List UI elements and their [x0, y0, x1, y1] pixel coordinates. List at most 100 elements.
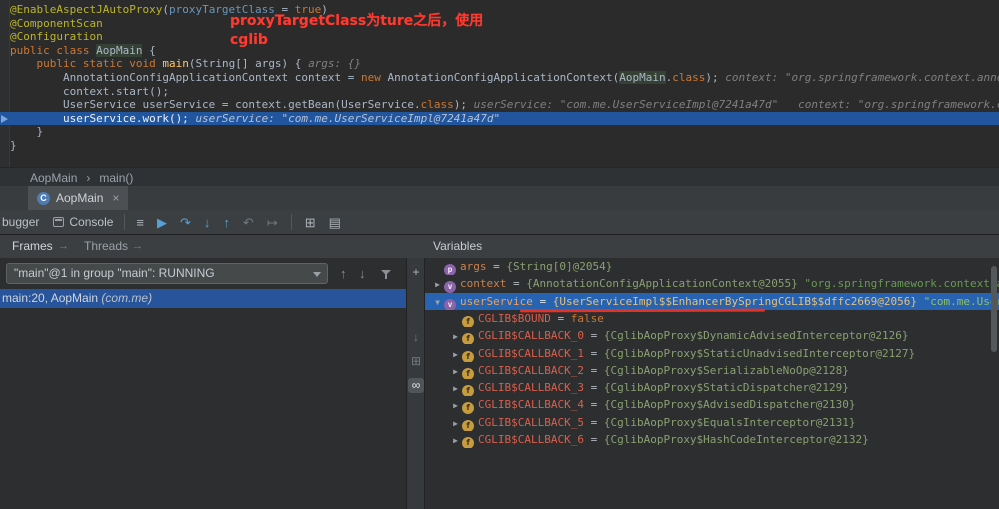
- variable-value: {CglibAopProxy$SerializableNoOp@2128}: [604, 364, 849, 377]
- variable-row[interactable]: ▼vuserService = {UserServiceImpl$$Enhanc…: [425, 293, 999, 310]
- expander-icon[interactable]: ▶: [431, 276, 444, 292]
- variable-value: {String[0]@2054}: [506, 260, 612, 273]
- expander-icon[interactable]: ▶: [449, 346, 462, 362]
- code-segment: new: [361, 71, 388, 84]
- variable-row[interactable]: ▶fCGLIB$CALLBACK_4 = {CglibAopProxy$Advi…: [425, 396, 999, 413]
- breadcrumb-item-class[interactable]: AopMain: [30, 171, 77, 185]
- variable-type-icon: f: [462, 316, 474, 327]
- tab-aopmain[interactable]: C AopMain ×: [28, 186, 128, 210]
- variable-name: CGLIB$CALLBACK_1: [478, 347, 584, 360]
- variable-name: CGLIB$CALLBACK_5: [478, 416, 584, 429]
- variable-type-icon: v: [444, 281, 456, 292]
- variable-row[interactable]: ▶fCGLIB$CALLBACK_5 = {CglibAopProxy$Equa…: [425, 414, 999, 431]
- code-line[interactable]: }: [10, 125, 999, 139]
- tab-console[interactable]: Console: [53, 215, 113, 229]
- step-out-icon[interactable]: ↑: [223, 216, 230, 229]
- restore-layout-icon[interactable]: ⊞: [305, 216, 316, 229]
- step-over-icon[interactable]: ↷: [180, 216, 191, 229]
- expander-icon[interactable]: ▶: [449, 363, 462, 379]
- variables-panel: pargs = {String[0]@2054}▶vcontext = {Ann…: [425, 258, 999, 509]
- code-line[interactable]: @EnableAspectJAutoProxy(proxyTargetClass…: [10, 3, 999, 17]
- tab-debugger[interactable]: bugger: [2, 215, 39, 229]
- code-segment: userService: "com.me.UserServiceImpl@724…: [474, 98, 999, 111]
- code-segment: }: [10, 139, 17, 152]
- code-segment: context.start();: [10, 85, 169, 98]
- execution-pointer-icon: [1, 115, 8, 123]
- variable-row[interactable]: ▶fCGLIB$CALLBACK_2 = {CglibAopProxy$Seri…: [425, 362, 999, 379]
- move-down-icon[interactable]: ↓: [407, 330, 425, 345]
- class-icon: C: [37, 192, 50, 205]
- toolbar-separator: [291, 214, 292, 230]
- filter-frames-icon[interactable]: [381, 270, 391, 280]
- variable-type-icon: p: [444, 264, 456, 275]
- frames-tab-arrow-icon: →: [58, 235, 69, 258]
- menu-icon[interactable]: ≡: [136, 216, 144, 229]
- breadcrumb-item-method[interactable]: main(): [99, 171, 133, 185]
- code-editor[interactable]: @EnableAspectJAutoProxy(proxyTargetClass…: [0, 0, 999, 167]
- editor-gutter[interactable]: [0, 0, 10, 167]
- show-watches-icon[interactable]: ∞: [408, 378, 424, 393]
- expander-icon[interactable]: ▶: [449, 415, 462, 431]
- red-annotation: proxyTargetClass为ture之后，使用 cglib: [230, 12, 483, 50]
- thread-selector-dropdown[interactable]: "main"@1 in group "main": RUNNING: [6, 263, 328, 284]
- frame-row[interactable]: main:20, AopMain (com.me): [0, 289, 406, 308]
- code-segment: context: "org.springframework.context.an…: [725, 71, 999, 84]
- code-line[interactable]: public static void main(String[] args) {…: [10, 57, 999, 71]
- run-to-cursor-icon[interactable]: ↦: [267, 216, 278, 229]
- code-line[interactable]: }: [10, 139, 999, 153]
- code-segment: );: [705, 71, 725, 84]
- code-segment: @EnableAspectJAutoProxy: [10, 3, 162, 16]
- equals-sign: =: [533, 295, 553, 308]
- code-segment: userService: "com.me.UserServiceImpl@724…: [195, 112, 500, 125]
- code-segment: public class: [10, 44, 96, 57]
- step-into-icon[interactable]: ↓: [204, 216, 211, 229]
- equals-sign: =: [487, 260, 507, 273]
- expander-icon[interactable]: ▶: [449, 432, 462, 448]
- code-segment: [10, 57, 37, 70]
- tab-frames[interactable]: Frames: [12, 235, 53, 258]
- variable-row[interactable]: pargs = {String[0]@2054}: [425, 258, 999, 275]
- code-lines: @EnableAspectJAutoProxy(proxyTargetClass…: [10, 3, 999, 153]
- variable-name: CGLIB$CALLBACK_0: [478, 329, 584, 342]
- next-frame-icon[interactable]: ↓: [359, 263, 366, 284]
- expander-icon[interactable]: ▼: [431, 294, 444, 310]
- variable-type-icon: f: [462, 402, 474, 413]
- toolbar-divider: [124, 214, 125, 230]
- variable-name: CGLIB$CALLBACK_6: [478, 433, 584, 446]
- expander-icon[interactable]: ▶: [449, 397, 462, 413]
- code-line[interactable]: public class AopMain {: [10, 44, 999, 58]
- code-line[interactable]: @ComponentScan: [10, 17, 999, 31]
- frame-package: (com.me): [101, 291, 152, 305]
- show-execution-point-icon[interactable]: ▶: [157, 216, 167, 229]
- code-line[interactable]: context.start();: [10, 85, 999, 99]
- variable-name: args: [460, 260, 487, 273]
- layout-settings-icon[interactable]: ▤: [329, 216, 341, 229]
- breadcrumb-separator: ›: [86, 171, 90, 185]
- code-line[interactable]: @Configuration: [10, 30, 999, 44]
- variable-row[interactable]: fCGLIB$BOUND = false: [425, 310, 999, 327]
- variable-row[interactable]: ▶fCGLIB$CALLBACK_6 = {CglibAopProxy$Hash…: [425, 431, 999, 448]
- variable-row[interactable]: ▶fCGLIB$CALLBACK_0 = {CglibAopProxy$Dyna…: [425, 327, 999, 344]
- expander-icon[interactable]: ▶: [449, 380, 462, 396]
- tab-threads[interactable]: Threads: [84, 235, 128, 258]
- code-line[interactable]: AnnotationConfigApplicationContext conte…: [10, 71, 999, 85]
- execution-line[interactable]: userService.work(); userService: "com.me…: [0, 112, 999, 126]
- code-segment: (String[] args) {: [189, 57, 308, 70]
- variable-type-icon: f: [462, 333, 474, 344]
- variable-value: {CglibAopProxy$StaticUnadvisedIntercepto…: [604, 347, 915, 360]
- equals-sign: =: [551, 312, 571, 325]
- expander-icon[interactable]: ▶: [449, 328, 462, 344]
- add-watch-icon[interactable]: +: [407, 265, 425, 280]
- variable-type-icon: v: [444, 299, 456, 310]
- chevron-down-icon: [313, 272, 321, 277]
- previous-frame-icon[interactable]: ↑: [340, 263, 347, 284]
- variable-name: CGLIB$CALLBACK_4: [478, 398, 584, 411]
- variable-row[interactable]: ▶fCGLIB$CALLBACK_1 = {CglibAopProxy$Stat…: [425, 345, 999, 362]
- close-tab-icon[interactable]: ×: [112, 191, 119, 205]
- variables-scrollbar[interactable]: [991, 266, 997, 352]
- restore-watches-icon[interactable]: ⊞: [407, 354, 425, 369]
- variable-row[interactable]: ▶vcontext = {AnnotationConfigApplication…: [425, 275, 999, 292]
- variable-row[interactable]: ▶fCGLIB$CALLBACK_3 = {CglibAopProxy$Stat…: [425, 379, 999, 396]
- drop-frame-icon[interactable]: ↶: [243, 216, 254, 229]
- code-line[interactable]: UserService userService = context.getBea…: [10, 98, 999, 112]
